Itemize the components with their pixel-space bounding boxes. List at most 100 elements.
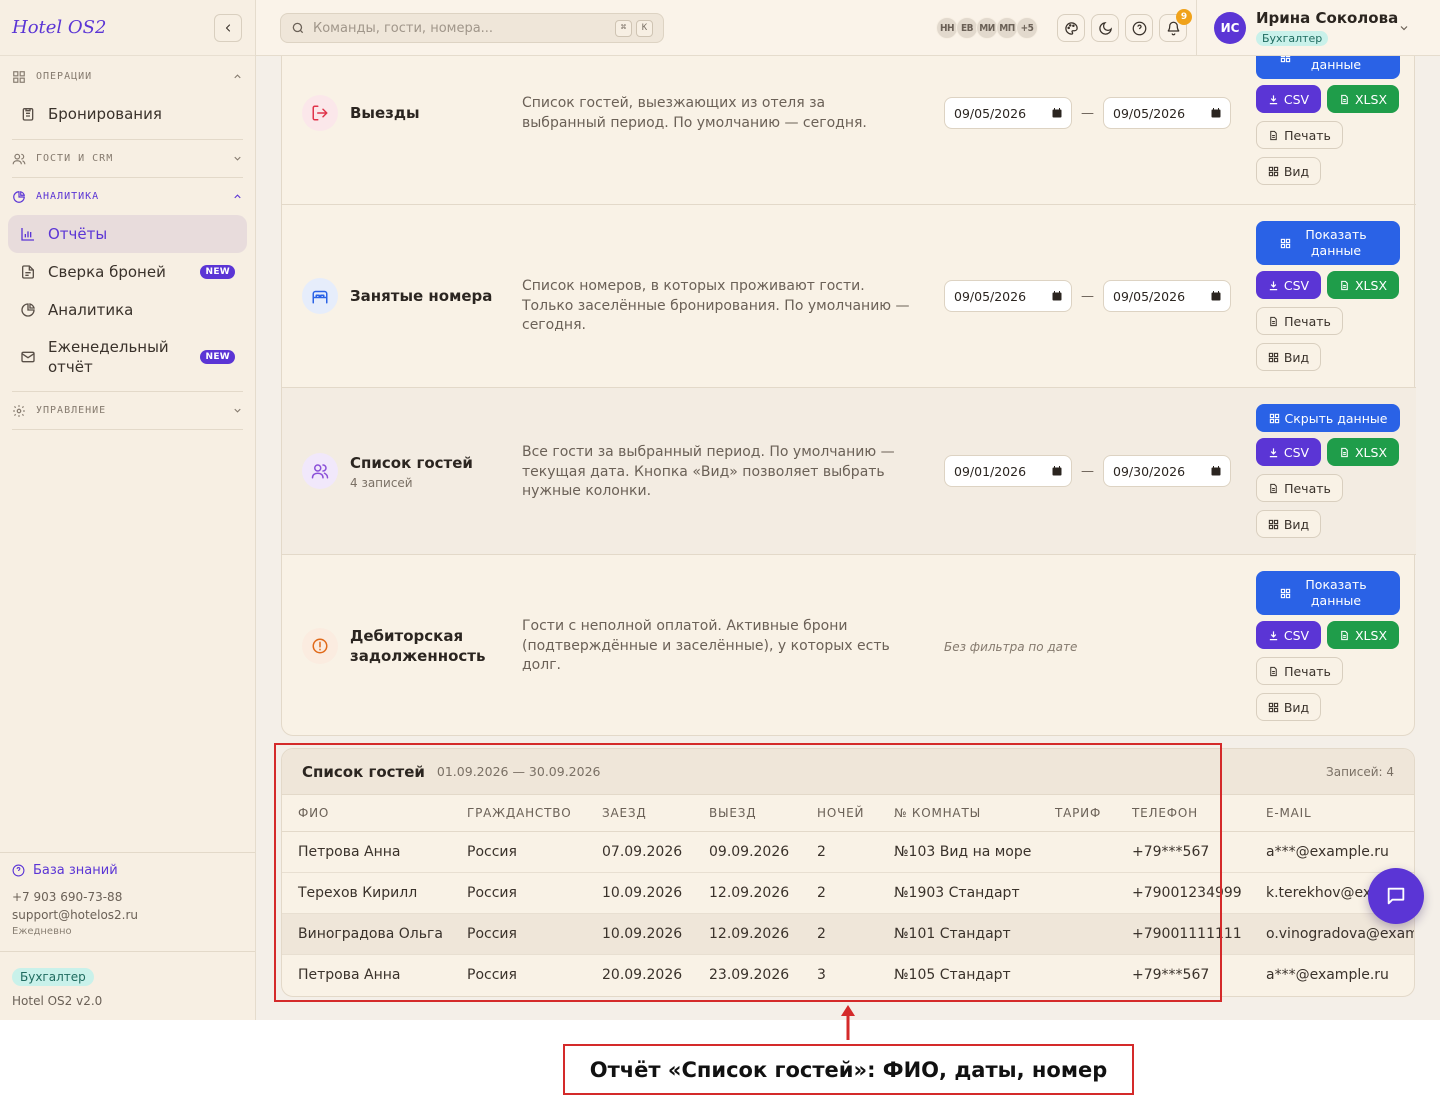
sidebar-nav: ОПЕРАЦИИ Бронирования ГОСТИ И CRM АНАЛИТ… [0, 58, 255, 430]
presence-avatar[interactable]: МП [996, 17, 1018, 39]
print-button[interactable]: Печать [1256, 121, 1343, 149]
sidebar-item-reconciliation[interactable]: Сверка броней NEW [8, 253, 247, 291]
knowledge-base-link[interactable]: База знаний [12, 863, 243, 878]
xlsx-button[interactable]: XLSX [1327, 85, 1399, 113]
knowledge-base-label: База знаний [33, 863, 118, 878]
download-icon [1268, 447, 1279, 458]
button-label: Вид [1283, 163, 1310, 179]
date-range: 09/01/2026 — 09/30/2026 [944, 455, 1231, 487]
sidebar-item-analytics[interactable]: Аналитика [8, 291, 247, 329]
button-label: XLSX [1354, 91, 1388, 107]
clipboard-icon [20, 106, 36, 122]
export-buttons: CSV XLSX [1256, 621, 1400, 649]
email: a***@example.ru [1250, 831, 1414, 873]
support-phone[interactable]: +7 903 690-73-88 [12, 888, 243, 906]
section-guests-crm[interactable]: ГОСТИ И CRM [8, 140, 247, 177]
xlsx-button[interactable]: XLSX [1327, 271, 1399, 299]
hide-data-button[interactable]: Скрыть данные [1256, 404, 1400, 432]
search-input[interactable] [313, 20, 611, 36]
spreadsheet-icon [1339, 447, 1350, 458]
report-actions: Показать данные CSV XLSX Печать Вид [1256, 221, 1400, 371]
column-header[interactable]: E-MAIL [1250, 795, 1414, 832]
section-analytics[interactable]: АНАЛИТИКА [8, 178, 247, 215]
date-range: 09/05/2026 — 09/05/2026 [944, 280, 1231, 312]
date-value: 09/05/2026 [1113, 288, 1186, 304]
view-columns-button[interactable]: Вид [1256, 510, 1321, 538]
grid-icon [12, 70, 26, 84]
view-columns-button[interactable]: Вид [1256, 693, 1321, 721]
calendar-icon [1052, 466, 1062, 476]
button-label: CSV [1283, 91, 1310, 107]
print-icon [1268, 666, 1279, 677]
online-users[interactable]: НН ЕВ МИ МП +5 [936, 17, 1038, 39]
presence-avatar[interactable]: МИ [976, 17, 998, 39]
section-label: ГОСТИ И CRM [36, 153, 114, 164]
alert-circle-icon [302, 628, 338, 664]
new-badge: NEW [200, 350, 235, 364]
chevron-down-icon[interactable] [1398, 22, 1410, 34]
dark-mode-button[interactable] [1091, 14, 1119, 42]
xlsx-button[interactable]: XLSX [1327, 621, 1399, 649]
xlsx-button[interactable]: XLSX [1327, 438, 1399, 466]
presence-avatar[interactable]: ЕВ [956, 17, 978, 39]
brand-row: Hotel OS2 [0, 0, 255, 56]
columns-icon [1268, 166, 1279, 177]
export-buttons: CSV XLSX [1256, 85, 1400, 113]
bar-chart-icon [20, 226, 36, 242]
help-button[interactable] [1125, 14, 1153, 42]
app-version: Hotel OS2 v2.0 [12, 994, 103, 1008]
show-data-button[interactable]: Показать данные [1256, 56, 1400, 79]
download-icon [1268, 94, 1279, 105]
record-count: 4 записей [350, 476, 413, 490]
new-badge: NEW [200, 265, 235, 279]
calendar-icon [1052, 108, 1062, 118]
shortcut-key: K [636, 19, 653, 37]
sidebar-item-weekly-report[interactable]: Еженедельный отчёт NEW [8, 329, 247, 385]
date-from-input[interactable]: 09/05/2026 [944, 97, 1072, 129]
user-menu[interactable]: ИС Ирина Соколова Бухгалтер [1214, 9, 1398, 46]
presence-more[interactable]: +5 [1016, 17, 1038, 39]
theme-palette-button[interactable] [1057, 14, 1085, 42]
report-description: Список гостей, выезжающих из отеля за вы… [522, 95, 867, 131]
section-management[interactable]: УПРАВЛЕНИЕ [8, 392, 247, 429]
moon-icon [1098, 21, 1112, 35]
presence-avatar[interactable]: НН [936, 17, 958, 39]
print-button[interactable]: Печать [1256, 307, 1343, 335]
chat-button[interactable] [1368, 868, 1424, 924]
report-title: Занятые номера [350, 287, 493, 305]
view-columns-button[interactable]: Вид [1256, 157, 1321, 185]
date-from-input[interactable]: 09/01/2026 [944, 455, 1072, 487]
show-data-button[interactable]: Показать данные [1256, 221, 1400, 265]
export-buttons: CSV XLSX [1256, 438, 1400, 466]
sidebar-item-bookings[interactable]: Бронирования [8, 95, 247, 133]
print-button[interactable]: Печать [1256, 657, 1343, 685]
date-to-input[interactable]: 09/05/2026 [1103, 97, 1231, 129]
date-from-input[interactable]: 09/05/2026 [944, 280, 1072, 312]
divider [1196, 0, 1197, 56]
command-search[interactable]: ⌘ K [280, 13, 664, 43]
csv-button[interactable]: CSV [1256, 85, 1321, 113]
date-value: 09/05/2026 [1113, 105, 1186, 121]
date-to-input[interactable]: 09/30/2026 [1103, 455, 1231, 487]
user-info: Ирина Соколова Бухгалтер [1256, 9, 1398, 46]
support-email[interactable]: support@hotelos2.ru [12, 906, 243, 924]
view-columns-button[interactable]: Вид [1256, 343, 1321, 371]
csv-button[interactable]: CSV [1256, 271, 1321, 299]
collapse-sidebar-button[interactable] [214, 13, 242, 42]
button-label: Вид [1283, 699, 1310, 715]
list-icon [1269, 413, 1280, 424]
show-data-button[interactable]: Показать данные [1256, 571, 1400, 615]
button-label: Вид [1283, 349, 1310, 365]
print-button[interactable]: Печать [1256, 474, 1343, 502]
date-to-input[interactable]: 09/05/2026 [1103, 280, 1231, 312]
no-date-filter-note: Без фильтра по дате [944, 640, 1078, 654]
button-label: Печать [1284, 313, 1331, 329]
button-label: Показать данные [1305, 577, 1367, 608]
notifications-button[interactable]: 9 [1159, 9, 1192, 42]
csv-button[interactable]: CSV [1256, 438, 1321, 466]
csv-button[interactable]: CSV [1256, 621, 1321, 649]
section-operations[interactable]: ОПЕРАЦИИ [8, 58, 247, 95]
sidebar-item-reports[interactable]: Отчёты [8, 215, 247, 253]
support-info: База знаний +7 903 690-73-88 support@hot… [0, 852, 255, 947]
app-logo[interactable]: Hotel OS2 [12, 17, 106, 38]
